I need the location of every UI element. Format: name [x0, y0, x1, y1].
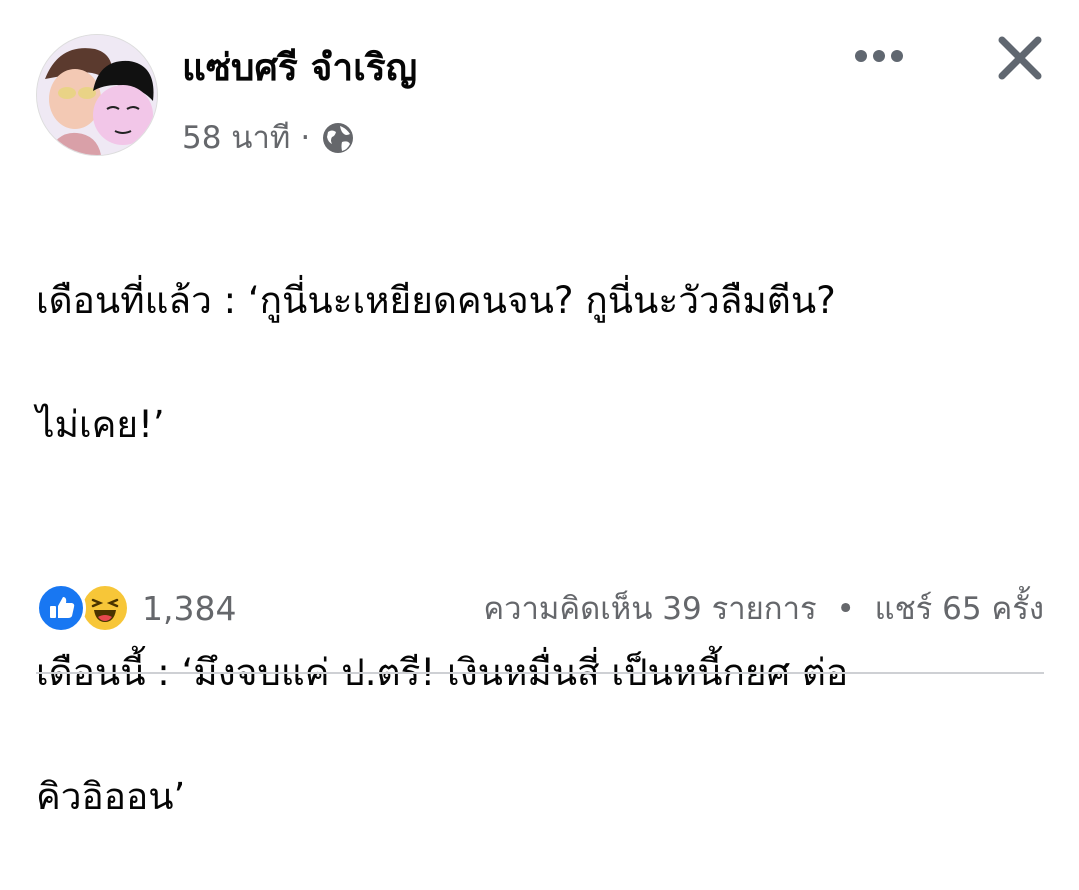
engagement-separator: •	[836, 591, 855, 627]
post-line: ไม่เคย!’	[36, 403, 165, 446]
post-stats: 1,384 ความคิดเห็น 39 รายการ • แชร์ 65 คร…	[36, 578, 1044, 638]
divider	[36, 672, 1044, 674]
avatar-image	[37, 35, 157, 155]
post-line: เดือนที่แล้ว : ‘กูนี่นะเหยียดคนจน? กูนี่…	[36, 279, 836, 322]
close-icon	[998, 36, 1042, 80]
more-options-button[interactable]	[850, 32, 908, 80]
post-line: คิวอิออน’	[36, 775, 186, 818]
meta-separator: ·	[300, 120, 311, 156]
shares-count-link[interactable]: แชร์ 65 ครั้ง	[875, 591, 1044, 627]
haha-icon	[80, 583, 130, 633]
globe-icon[interactable]	[320, 120, 356, 156]
post-meta: 58 นาที ·	[182, 118, 356, 158]
close-button[interactable]	[990, 28, 1050, 88]
engagement-summary: ความคิดเห็น 39 รายการ • แชร์ 65 ครั้ง	[483, 583, 1044, 633]
reactions-summary[interactable]: 1,384	[36, 583, 236, 633]
comments-count-link[interactable]: ความคิดเห็น 39 รายการ	[483, 591, 816, 627]
author-name[interactable]: แซ่บศรี จำเริญ	[182, 44, 417, 92]
author-avatar[interactable]	[36, 34, 158, 156]
like-icon	[36, 583, 86, 633]
post-time[interactable]: 58 นาที	[182, 118, 290, 158]
post-text: เดือนที่แล้ว : ‘กูนี่นะเหยียดคนจน? กูนี่…	[36, 208, 1046, 890]
reaction-count: 1,384	[142, 588, 237, 628]
more-options-icon	[855, 50, 903, 62]
